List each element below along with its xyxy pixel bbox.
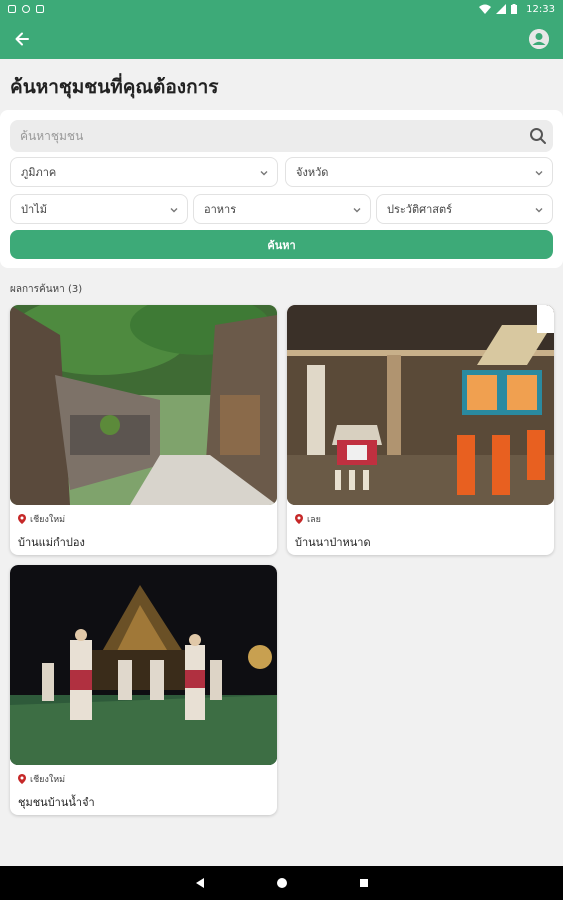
search-icon[interactable] bbox=[529, 127, 547, 145]
map-pin-icon bbox=[18, 514, 26, 524]
nav-recents-icon[interactable] bbox=[358, 877, 370, 889]
nav-home-icon[interactable] bbox=[276, 877, 288, 889]
community-card[interactable]: เชียงใหม่ บ้านแม่กำปอง bbox=[10, 305, 277, 555]
history-dropdown-label: ประวัติศาสตร์ bbox=[387, 203, 453, 216]
signal-icon bbox=[496, 4, 507, 14]
card-province: เลย bbox=[307, 515, 321, 525]
card-title: บ้านนาป่าหนาด bbox=[295, 536, 371, 549]
system-nav-bar bbox=[0, 866, 563, 900]
notification-icon bbox=[36, 5, 44, 13]
chevron-down-icon bbox=[170, 208, 178, 213]
page-title: ค้นหาชุมชนที่คุณต้องการ bbox=[10, 76, 219, 98]
account-button[interactable] bbox=[529, 29, 549, 49]
nav-back-icon[interactable] bbox=[194, 877, 206, 889]
notification-icon bbox=[8, 5, 16, 13]
arrow-left-icon bbox=[15, 32, 29, 46]
status-bar: 12:33 bbox=[0, 0, 563, 18]
history-dropdown[interactable]: ประวัติศาสตร์ bbox=[376, 194, 553, 224]
app-bar bbox=[0, 18, 563, 59]
notification-icon bbox=[22, 5, 30, 13]
chevron-down-icon bbox=[535, 208, 543, 213]
location-row: เลย bbox=[295, 512, 321, 526]
search-button[interactable]: ค้นหา bbox=[10, 230, 553, 259]
card-province: เชียงใหม่ bbox=[30, 775, 66, 785]
region-dropdown-label: ภูมิภาค bbox=[21, 166, 57, 179]
wifi-icon bbox=[479, 4, 492, 14]
map-pin-icon bbox=[18, 774, 26, 784]
card-title: บ้านแม่กำปอง bbox=[18, 536, 85, 549]
chevron-down-icon bbox=[353, 208, 361, 213]
location-row: เชียงใหม่ bbox=[18, 512, 65, 526]
battery-icon bbox=[511, 4, 518, 14]
food-dropdown[interactable]: อาหาร bbox=[193, 194, 371, 224]
card-title: ชุมชนบ้านน้ำจำ bbox=[18, 796, 95, 809]
forest-dropdown-label: ป่าไม้ bbox=[21, 203, 47, 216]
results-count-label: ผลการค้นหา (3) bbox=[10, 284, 83, 295]
region-dropdown[interactable]: ภูมิภาค bbox=[10, 157, 278, 187]
food-dropdown-label: อาหาร bbox=[204, 203, 237, 216]
status-time: 12:33 bbox=[526, 3, 555, 15]
forest-dropdown[interactable]: ป่าไม้ bbox=[10, 194, 188, 224]
search-input[interactable] bbox=[10, 120, 553, 152]
province-dropdown[interactable]: จังหวัด bbox=[285, 157, 553, 187]
account-circle-icon bbox=[529, 29, 549, 49]
chevron-down-icon bbox=[260, 171, 268, 176]
back-button[interactable] bbox=[10, 27, 34, 51]
search-panel: ภูมิภาค จังหวัด ป่าไม้ อาหาร ประวัติศาสต… bbox=[0, 110, 563, 268]
province-dropdown-label: จังหวัด bbox=[296, 166, 329, 179]
community-photo bbox=[287, 305, 554, 505]
card-province: เชียงใหม่ bbox=[30, 515, 66, 525]
community-card[interactable]: เชียงใหม่ ชุมชนบ้านน้ำจำ bbox=[10, 565, 277, 815]
map-pin-icon bbox=[295, 514, 303, 524]
community-photo bbox=[10, 305, 277, 505]
location-row: เชียงใหม่ bbox=[18, 772, 65, 786]
chevron-down-icon bbox=[535, 171, 543, 176]
community-photo bbox=[10, 565, 277, 765]
notification-icons bbox=[8, 5, 44, 13]
community-card[interactable]: เลย บ้านนาป่าหนาด bbox=[287, 305, 554, 555]
